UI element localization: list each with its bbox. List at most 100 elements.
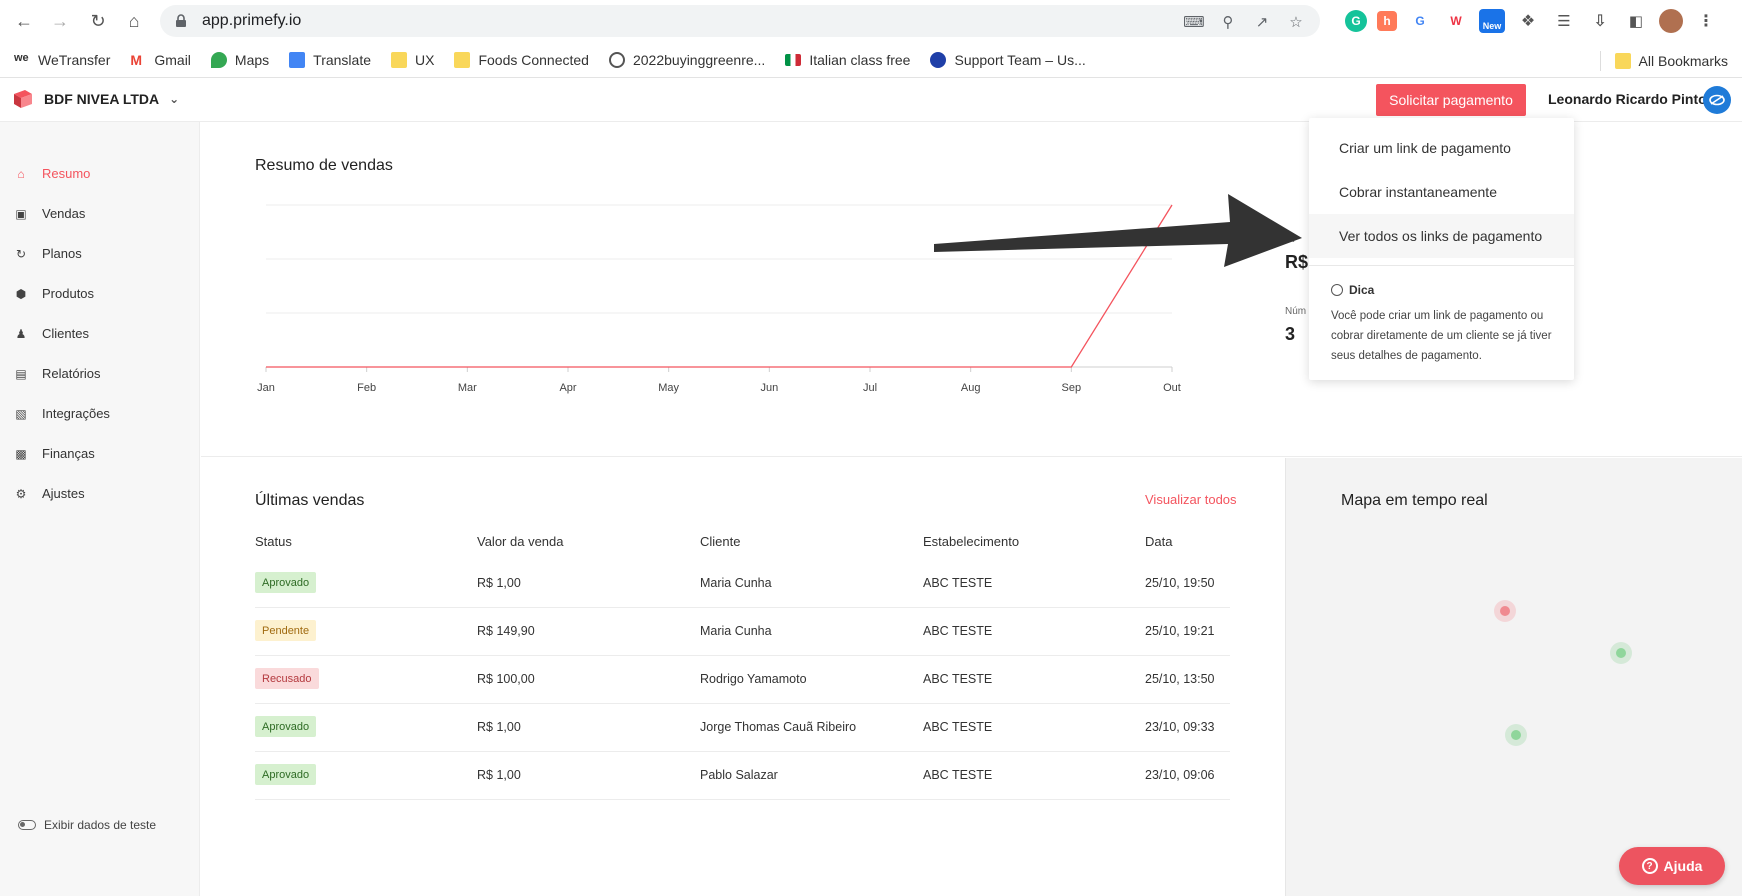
sidepanel-icon[interactable]: ◧	[1623, 8, 1649, 34]
forward-icon[interactable]: →	[48, 9, 72, 33]
menu-item-create-link[interactable]: Criar um link de pagamento	[1309, 126, 1574, 170]
wetransfer-icon: we	[14, 51, 29, 64]
url-text: app.primefy.io	[202, 12, 302, 29]
home-icon[interactable]: ⌂	[122, 9, 146, 33]
sidebar-item-integracoes[interactable]: ▧ Integrações	[14, 406, 110, 421]
status-badge: Aprovado	[255, 572, 317, 593]
profile-avatar-icon[interactable]	[1659, 9, 1683, 33]
column-header-status: Status	[255, 534, 292, 549]
menu-item-view-all-links[interactable]: Ver todos os links de pagamento	[1309, 214, 1574, 258]
reload-icon[interactable]: ↻	[86, 9, 110, 33]
sale-date: 23/10, 09:06	[1145, 768, 1215, 782]
chevron-down-icon: ⌄	[169, 92, 180, 106]
chart-tick-label: Jan	[257, 382, 275, 394]
integration-icon: ▧	[15, 406, 27, 421]
sale-date: 25/10, 19:21	[1145, 624, 1215, 638]
request-payment-button[interactable]: Solicitar pagamento	[1376, 84, 1526, 116]
finance-icon: ▩	[15, 446, 27, 461]
reading-list-icon[interactable]: ☰	[1551, 8, 1577, 34]
sales-icon: ▣	[15, 206, 27, 221]
request-payment-dropdown: Criar um link de pagamento Cobrar instan…	[1309, 118, 1574, 380]
tip-title: Dica	[1331, 283, 1374, 297]
sale-date: 25/10, 19:50	[1145, 576, 1215, 590]
client-name: Maria Cunha	[700, 624, 772, 638]
view-all-link[interactable]: Visualizar todos	[1145, 492, 1237, 507]
hubspot-icon[interactable]: h	[1377, 11, 1397, 31]
store-name: ABC TESTE	[923, 576, 993, 590]
status-badge: Aprovado	[255, 764, 317, 785]
google-translate-icon[interactable]: G	[1407, 8, 1433, 34]
chart-tick-label: Jul	[863, 382, 877, 394]
extension-w-icon[interactable]: W	[1443, 8, 1469, 34]
table-row[interactable]: Recusado R$ 100,00 Rodrigo Yamamoto ABC TES…	[255, 656, 1230, 704]
question-icon: ?	[1641, 858, 1658, 874]
bookmark-ux[interactable]: UX	[391, 51, 434, 68]
folder-icon	[391, 51, 407, 68]
translate-page-icon[interactable]: ⌨	[1183, 12, 1205, 32]
summary-title: Resumo de vendas	[255, 157, 393, 174]
menu-item-charge-instantly[interactable]: Cobrar instantaneamente	[1309, 170, 1574, 214]
star-icon[interactable]: ☆	[1286, 12, 1306, 32]
bookmark-support-team[interactable]: Support Team – Us...	[930, 51, 1086, 68]
table-row[interactable]: Aprovado R$ 1,00 Maria Cunha ABC TESTE 25/10…	[255, 560, 1230, 608]
chart-tick-label: Sep	[1062, 382, 1082, 394]
download-icon[interactable]: ⇩	[1587, 8, 1613, 34]
table-row[interactable]: Pendente R$ 149,90 Maria Cunha ABC TESTE 25/…	[255, 608, 1230, 656]
back-icon[interactable]: ←	[12, 9, 36, 33]
store-name: ABC TESTE	[923, 672, 993, 686]
latest-sales-title: Últimas vendas	[255, 492, 365, 509]
bookmark-buying-green[interactable]: 2022buyinggreenre...	[608, 51, 765, 68]
bookmark-translate[interactable]: Translate	[289, 51, 371, 68]
menu-icon[interactable]: ⋮	[1693, 8, 1719, 34]
gear-icon: ⚙	[15, 486, 27, 501]
sidebar-item-financas[interactable]: ▩ Finanças	[14, 446, 94, 461]
bookmark-wetransfer[interactable]: we WeTransfer	[14, 52, 110, 68]
latest-sales-panel: Últimas vendas Visualizar todos Status V…	[201, 458, 1285, 896]
tip-text: Você pode criar um link de pagamento ou …	[1331, 310, 1552, 362]
table-row[interactable]: Aprovado R$ 1,00 Jorge Thomas Cauã Ribeiro…	[255, 704, 1230, 752]
sidebar-item-vendas[interactable]: ▣ Vendas	[14, 206, 85, 221]
all-bookmarks[interactable]: All Bookmarks	[1599, 51, 1728, 71]
bookmark-foods-connected[interactable]: Foods Connected	[454, 51, 589, 68]
map-marker-approved[interactable]	[1505, 724, 1527, 746]
bookmark-gmail[interactable]: M Gmail	[130, 52, 191, 68]
help-button[interactable]: ? Ajuda	[1619, 847, 1725, 885]
test-data-toggle[interactable]: Exibir dados de teste	[18, 818, 156, 832]
annotation-arrow	[934, 194, 1302, 267]
sidebar-item-planos[interactable]: ↻ Planos	[14, 246, 82, 261]
store-name: ABC TESTE	[923, 720, 993, 734]
chart-tick-label: May	[658, 382, 679, 394]
link-icon	[1709, 94, 1725, 106]
share-icon[interactable]: ↗	[1252, 12, 1272, 32]
bookmarks-divider	[1599, 51, 1601, 71]
sale-value: R$ 149,90	[477, 624, 535, 638]
realtime-map-panel: Mapa em tempo real	[1285, 458, 1742, 896]
chart-tick-label: Out	[1163, 382, 1181, 394]
user-name[interactable]: Leonardo Ricardo Pinto	[1548, 91, 1707, 107]
bookmark-italian-class[interactable]: Italian class free	[785, 52, 910, 68]
table-row[interactable]: Aprovado R$ 1,00 Pablo Salazar ABC TESTE 23/…	[255, 752, 1230, 800]
box-icon: ⬢	[15, 286, 27, 301]
new-extension-icon[interactable]: New	[1479, 9, 1505, 33]
toggle-switch[interactable]	[18, 820, 36, 830]
sidebar-item-ajustes[interactable]: ⚙ Ajustes	[14, 486, 85, 501]
sale-value: R$ 1,00	[477, 768, 521, 782]
puzzle-icon[interactable]: ❖	[1515, 8, 1541, 34]
sidebar-item-clientes[interactable]: ♟ Clientes	[14, 326, 89, 341]
company-selector[interactable]: BDF NIVEA LTDA ⌄	[12, 88, 179, 110]
browser-toolbar: ← → ↻ ⌂ app.primefy.io ⌨ ⚲ ↗ ☆ G h G W N…	[0, 0, 1742, 42]
sale-value: R$ 100,00	[477, 672, 535, 686]
sidebar-item-resumo[interactable]: ⌂ Resumo	[14, 166, 90, 181]
map-marker-approved[interactable]	[1610, 642, 1632, 664]
bookmark-maps[interactable]: Maps	[210, 51, 269, 68]
grammarly-icon[interactable]: G	[1345, 10, 1367, 32]
users-icon: ♟	[15, 326, 27, 341]
map-marker-declined[interactable]	[1494, 600, 1516, 622]
zoom-icon[interactable]: ⚲	[1218, 12, 1238, 32]
sidebar-item-produtos[interactable]: ⬢ Produtos	[14, 286, 94, 301]
report-icon: ▤	[15, 366, 27, 381]
sidebar-item-relatorios[interactable]: ▤ Relatórios	[14, 366, 100, 381]
address-bar[interactable]: app.primefy.io ⌨ ⚲ ↗ ☆	[160, 5, 1320, 37]
globe-icon	[608, 51, 625, 68]
user-avatar[interactable]	[1703, 86, 1731, 114]
